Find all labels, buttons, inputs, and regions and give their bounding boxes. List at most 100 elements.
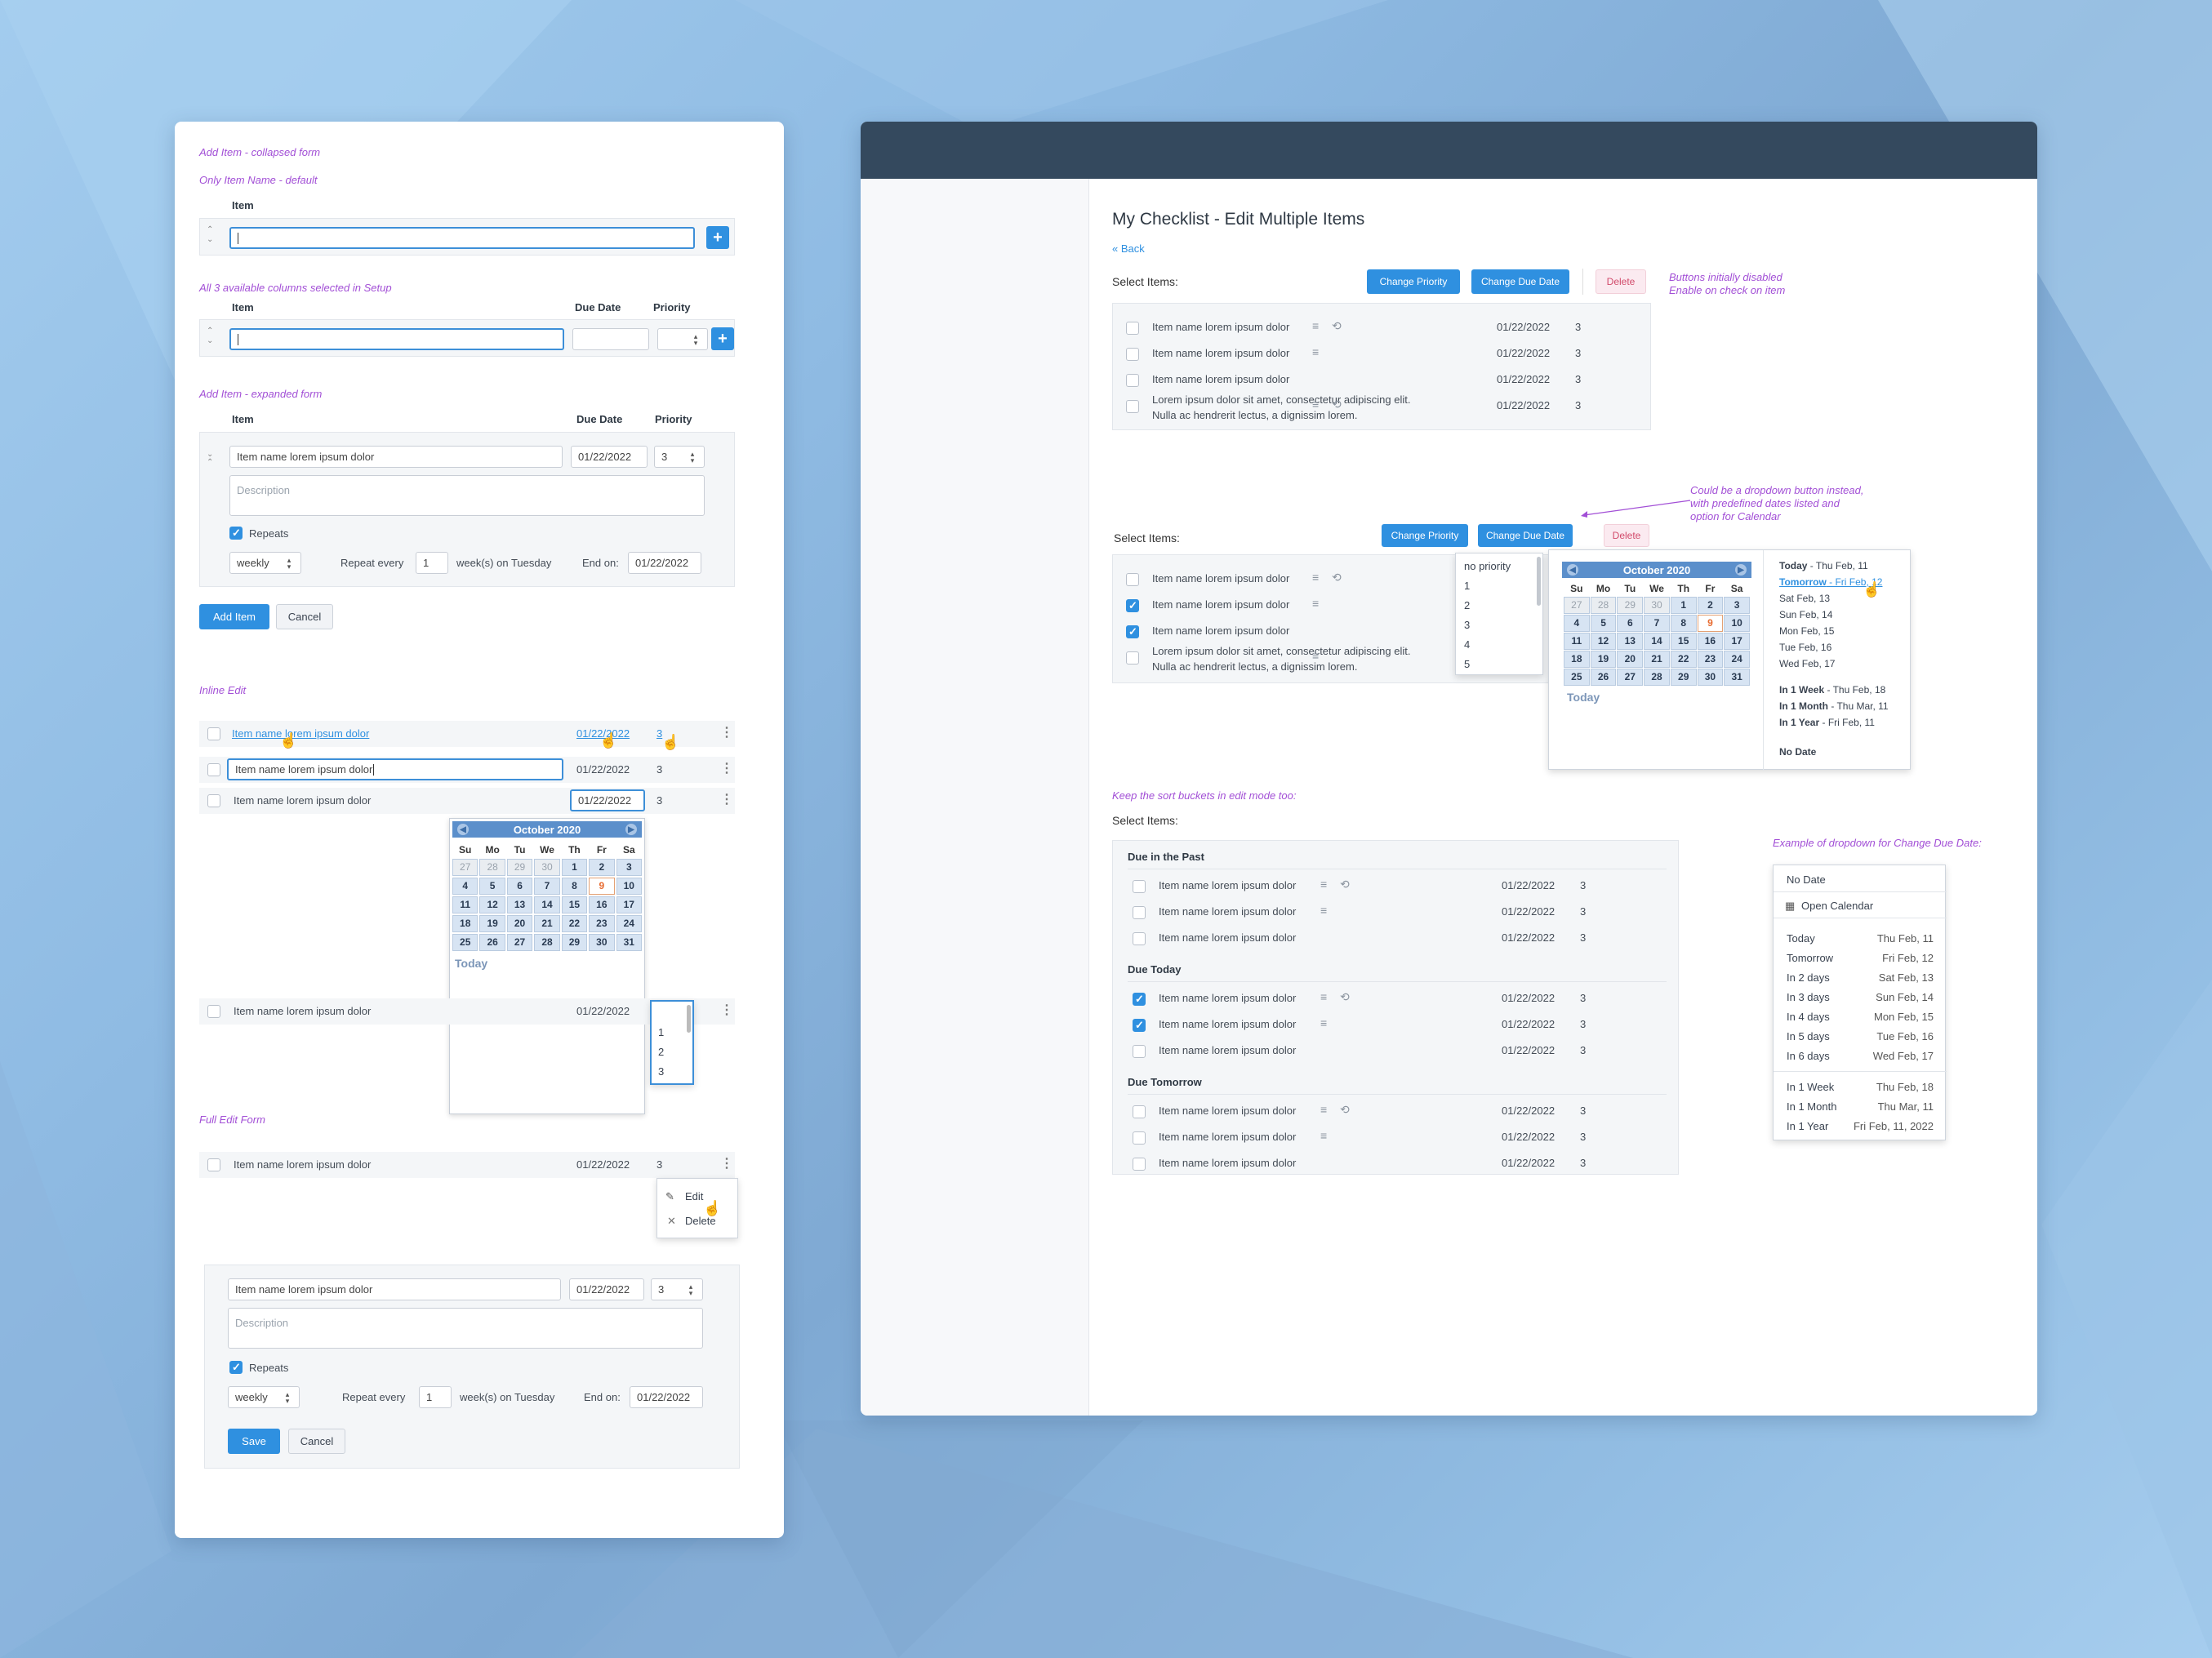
- priority-option[interactable]: 1: [1464, 580, 1470, 592]
- row-checkbox[interactable]: [207, 763, 220, 776]
- calendar-day[interactable]: 16: [589, 896, 615, 913]
- calendar-day[interactable]: 27: [1617, 669, 1644, 686]
- item-name-input[interactable]: Item name lorem ipsum dolor: [228, 1278, 561, 1300]
- calendar-day[interactable]: 24: [616, 915, 642, 932]
- priority[interactable]: 3: [1580, 905, 1586, 918]
- calendar-day[interactable]: 1: [561, 859, 588, 876]
- relative-date-label[interactable]: Today: [1787, 932, 1815, 945]
- item-name[interactable]: Item name lorem ipsum dolor: [1159, 1157, 1296, 1169]
- item-name[interactable]: Item name lorem ipsum dolor: [1159, 1131, 1296, 1143]
- row-checkbox[interactable]: [1126, 599, 1139, 612]
- delete-button[interactable]: Delete: [1604, 524, 1649, 547]
- calendar-day[interactable]: 4: [1564, 615, 1590, 632]
- priority-listbox[interactable]: no priority 1 2 3 4 5: [1455, 553, 1543, 675]
- priority[interactable]: 3: [1580, 931, 1586, 944]
- item-name-input[interactable]: [229, 227, 695, 249]
- priority[interactable]: 3: [656, 763, 662, 776]
- calendar-day[interactable]: 1: [1670, 597, 1697, 614]
- due-date[interactable]: 01/22/2022: [1502, 879, 1555, 891]
- calendar-day[interactable]: 29: [561, 934, 588, 951]
- row-checkbox[interactable]: [207, 794, 220, 807]
- item-name[interactable]: Item name lorem ipsum dolor: [1152, 572, 1289, 585]
- calendar-day[interactable]: 30: [534, 859, 560, 876]
- quick-date-option[interactable]: Today - Thu Feb, 11: [1779, 560, 1868, 571]
- priority-option[interactable]: 2: [658, 1046, 664, 1058]
- calendar-day[interactable]: 28: [1590, 597, 1617, 614]
- item-name-link[interactable]: Item name lorem ipsum dolor: [232, 727, 369, 740]
- cancel-button[interactable]: Cancel: [276, 604, 333, 629]
- quick-date-option[interactable]: Tue Feb, 16: [1779, 642, 1831, 653]
- row-checkbox[interactable]: [1133, 1131, 1146, 1145]
- relative-date-label[interactable]: In 6 days: [1787, 1050, 1830, 1062]
- row-checkbox[interactable]: [207, 1158, 220, 1171]
- repeat-count-input[interactable]: 1: [419, 1386, 452, 1408]
- priority[interactable]: 3: [1580, 1018, 1586, 1030]
- quick-date-option[interactable]: No Date: [1779, 746, 1816, 758]
- calendar-day[interactable]: 2: [589, 859, 615, 876]
- priority-option[interactable]: no priority: [1464, 560, 1511, 572]
- item-name[interactable]: Item name lorem ipsum dolor: [1152, 625, 1289, 637]
- calendar-day[interactable]: 9: [589, 878, 615, 895]
- next-month-icon[interactable]: ▶: [625, 824, 637, 835]
- calendar-day[interactable]: 8: [561, 878, 588, 895]
- priority-select[interactable]: 3: [651, 1278, 703, 1300]
- more-menu-icon[interactable]: ⋮: [720, 760, 733, 776]
- calendar-day[interactable]: 23: [1697, 651, 1724, 668]
- more-menu-icon[interactable]: ⋮: [720, 1155, 733, 1171]
- row-checkbox[interactable]: [207, 727, 220, 740]
- relative-date-label[interactable]: In 4 days: [1787, 1011, 1830, 1023]
- calendar-day[interactable]: 12: [1590, 633, 1617, 650]
- due-date[interactable]: 01/22/2022: [1497, 399, 1550, 411]
- calendar-day[interactable]: 18: [452, 915, 478, 932]
- calendar-day[interactable]: 9: [1697, 615, 1724, 632]
- description-input[interactable]: Description: [229, 475, 705, 516]
- calendar-day[interactable]: 28: [534, 934, 560, 951]
- row-checkbox[interactable]: [1126, 651, 1139, 665]
- calendar-day[interactable]: 17: [616, 896, 642, 913]
- priority-option[interactable]: 4: [1464, 638, 1470, 651]
- calendar-day[interactable]: 14: [1644, 633, 1670, 650]
- calendar-day[interactable]: 11: [452, 896, 478, 913]
- calendar-day[interactable]: 27: [506, 934, 533, 951]
- calendar-day[interactable]: 10: [1724, 615, 1750, 632]
- calendar-day[interactable]: 28: [1644, 669, 1670, 686]
- calendar-day[interactable]: 20: [1617, 651, 1644, 668]
- item-name[interactable]: Item name lorem ipsum dolor: [1152, 373, 1289, 385]
- item-name[interactable]: Item name lorem ipsum dolor: [1152, 347, 1289, 359]
- save-button[interactable]: Save: [228, 1429, 280, 1454]
- item-name[interactable]: Item name lorem ipsum dolor: [1159, 905, 1296, 918]
- due-date[interactable]: 01/22/2022: [1497, 347, 1550, 359]
- due-date[interactable]: 01/22/2022: [1502, 1157, 1555, 1169]
- row-checkbox[interactable]: [1133, 1158, 1146, 1171]
- repeats-checkbox[interactable]: [229, 527, 243, 540]
- change-due-date-button[interactable]: Change Due Date: [1478, 524, 1573, 547]
- item-name[interactable]: Item name lorem ipsum dolor: [1159, 1044, 1296, 1056]
- quick-date-option[interactable]: Sat Feb, 13: [1779, 593, 1830, 604]
- priority-listbox[interactable]: 1 2 3: [650, 1000, 694, 1085]
- change-priority-button[interactable]: Change Priority: [1382, 524, 1468, 547]
- expand-toggle-icon[interactable]: ⌃ ⌄: [207, 225, 213, 245]
- calendar-day[interactable]: 29: [1670, 669, 1697, 686]
- priority[interactable]: 3: [1580, 879, 1586, 891]
- priority[interactable]: 3: [1575, 321, 1581, 333]
- item-name[interactable]: Item name lorem ipsum dolor: [1159, 1105, 1296, 1117]
- calendar-day[interactable]: 20: [506, 915, 533, 932]
- quick-date-option[interactable]: In 1 Year - Fri Feb, 11: [1779, 717, 1875, 728]
- calendar-day[interactable]: 16: [1697, 633, 1724, 650]
- collapse-toggle-icon[interactable]: ⌄ ⌃: [207, 451, 213, 467]
- calendar-day[interactable]: 27: [1564, 597, 1590, 614]
- priority-option[interactable]: 5: [1464, 658, 1470, 670]
- row-checkbox[interactable]: [1126, 374, 1139, 387]
- priority[interactable]: 3: [1580, 1044, 1586, 1056]
- calendar-day[interactable]: 13: [506, 896, 533, 913]
- calendar-day[interactable]: 11: [1564, 633, 1590, 650]
- calendar-day[interactable]: 22: [1670, 651, 1697, 668]
- calendar-day[interactable]: 30: [1697, 669, 1724, 686]
- priority[interactable]: 3: [1575, 347, 1581, 359]
- calendar-day[interactable]: 22: [561, 915, 588, 932]
- calendar-day[interactable]: 26: [1590, 669, 1617, 686]
- quick-date-option[interactable]: Sun Feb, 14: [1779, 609, 1832, 620]
- calendar-day[interactable]: 28: [479, 859, 505, 876]
- priority[interactable]: 3: [1575, 399, 1581, 411]
- calendar-day[interactable]: 15: [561, 896, 588, 913]
